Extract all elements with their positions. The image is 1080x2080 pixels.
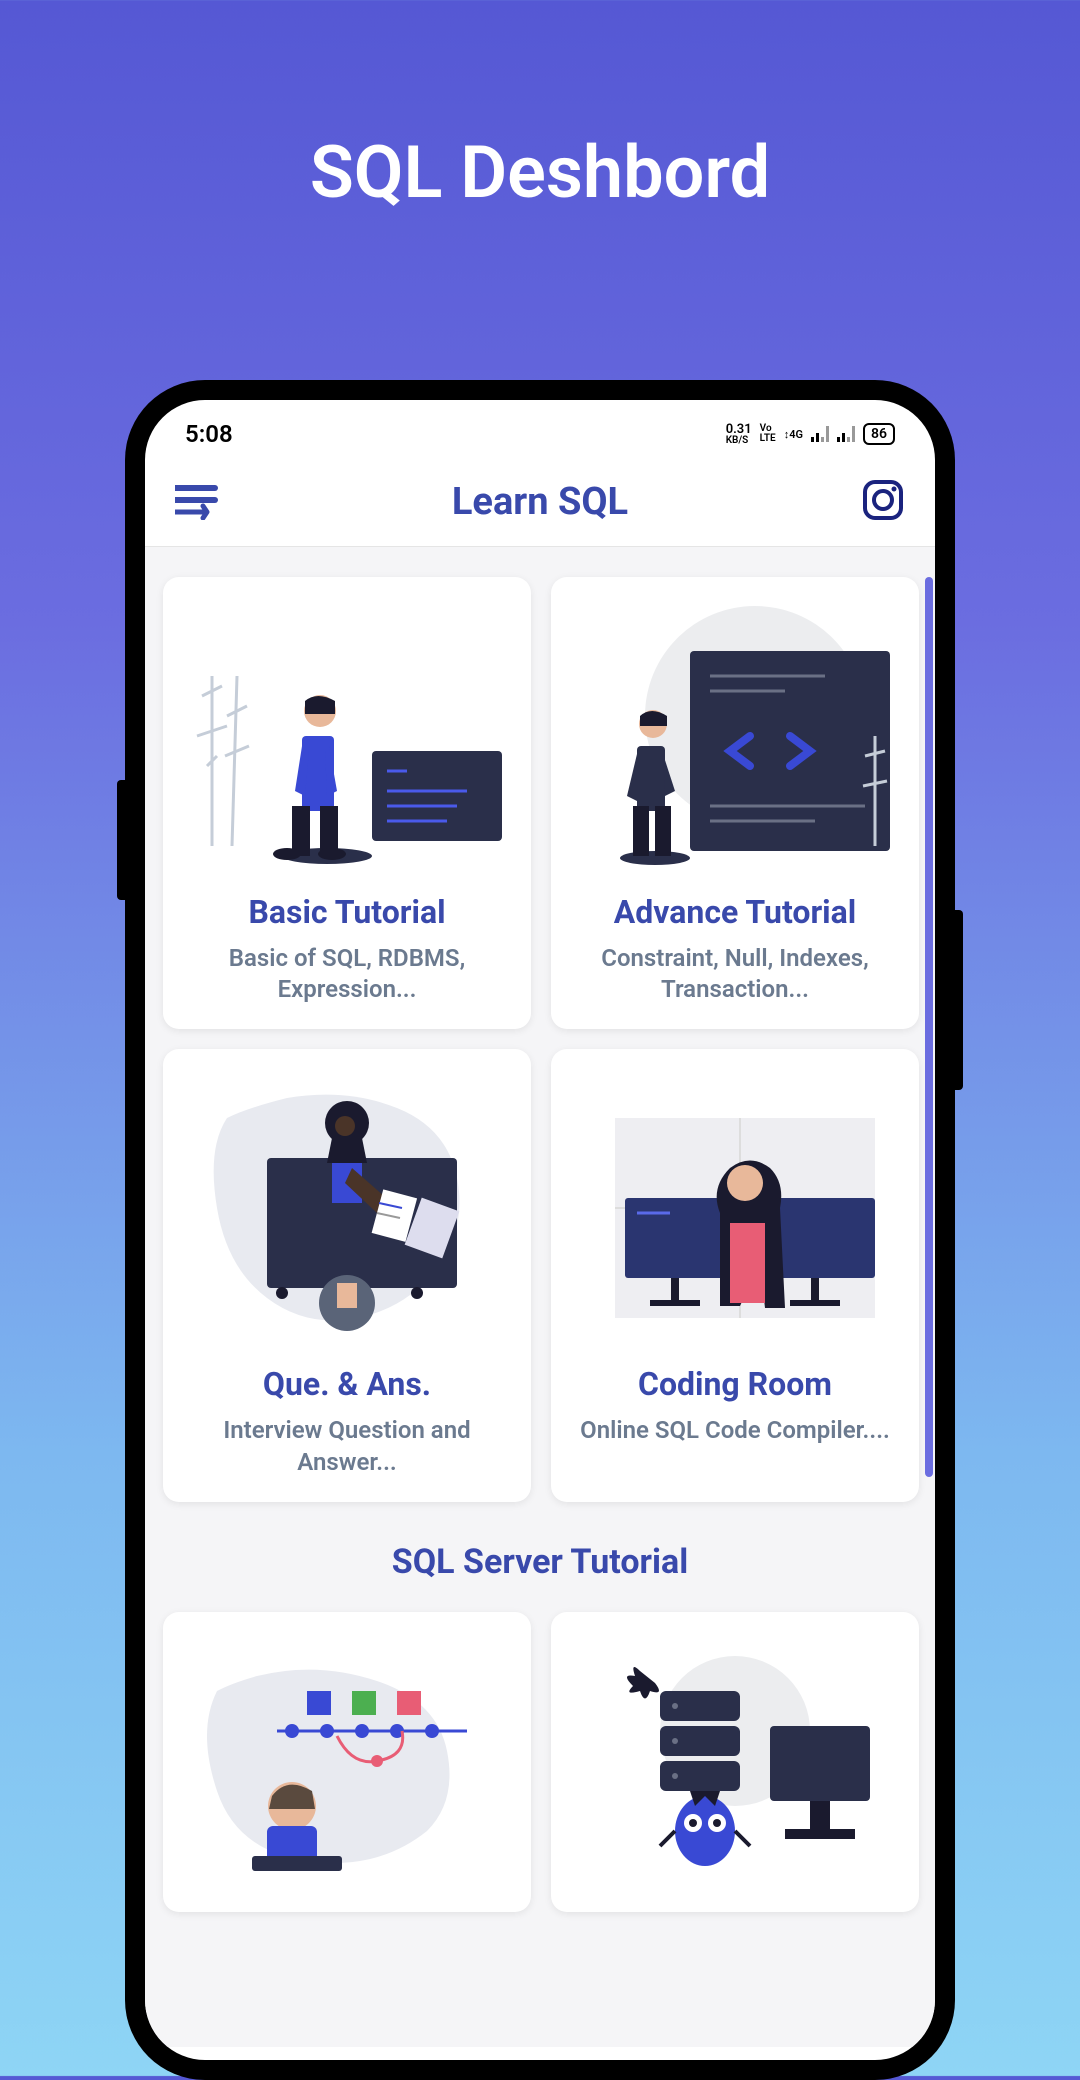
phone-screen: 5:08 0.31 KB/S Vo LTE ↕4G [145, 400, 935, 2060]
sql-server-illustration-2 [565, 1626, 905, 1876]
coding-room-illustration [565, 1063, 905, 1353]
scroll-indicator[interactable] [925, 577, 933, 1477]
app-header: Learn SQL [145, 458, 935, 547]
card-sql-server-1[interactable] [163, 1612, 531, 1912]
card-que-ans[interactable]: Que. & Ans. Interview Question and Answe… [163, 1049, 531, 1501]
phone-side-button [117, 780, 125, 900]
signal-icon [811, 426, 829, 442]
card-subtitle: Interview Question and Answer... [177, 1415, 517, 1477]
cards-grid: Basic Tutorial Basic of SQL, RDBMS, Expr… [145, 547, 935, 1532]
phone-frame: 5:08 0.31 KB/S Vo LTE ↕4G [125, 380, 955, 2080]
cards-grid-2 [145, 1602, 935, 1942]
content-area: Basic Tutorial Basic of SQL, RDBMS, Expr… [145, 547, 935, 2047]
network-indicator: ↕4G [784, 429, 803, 440]
section-title: SQL Server Tutorial [145, 1532, 935, 1602]
advance-tutorial-illustration [565, 591, 905, 881]
phone-power-button [955, 910, 963, 1090]
signal-icon-2 [837, 426, 855, 442]
volte-indicator: Vo LTE [760, 424, 776, 444]
instagram-icon[interactable] [861, 478, 905, 526]
card-subtitle: Basic of SQL, RDBMS, Expression... [177, 943, 517, 1005]
card-basic-tutorial[interactable]: Basic Tutorial Basic of SQL, RDBMS, Expr… [163, 577, 531, 1029]
card-title: Basic Tutorial [177, 893, 517, 931]
card-sql-server-2[interactable] [551, 1612, 919, 1912]
battery-indicator: 86 [863, 423, 895, 445]
que-ans-illustration [177, 1063, 517, 1353]
app-title: Learn SQL [452, 480, 628, 524]
card-title: Que. & Ans. [177, 1365, 517, 1403]
status-bar: 5:08 0.31 KB/S Vo LTE ↕4G [145, 400, 935, 458]
card-advance-tutorial[interactable]: Advance Tutorial Constraint, Null, Index… [551, 577, 919, 1029]
card-subtitle: Online SQL Code Compiler.... [565, 1415, 905, 1446]
card-title: Advance Tutorial [565, 893, 905, 931]
status-indicators: 0.31 KB/S Vo LTE ↕4G [726, 423, 895, 446]
card-subtitle: Constraint, Null, Indexes, Transaction..… [565, 943, 905, 1005]
sql-server-illustration-1 [177, 1626, 517, 1876]
card-title: Coding Room [565, 1365, 905, 1403]
status-time: 5:08 [185, 420, 233, 448]
menu-icon[interactable] [175, 484, 219, 520]
data-speed: 0.31 KB/S [726, 423, 752, 446]
basic-tutorial-illustration [177, 591, 517, 881]
page-title: SQL Deshbord [0, 0, 1080, 215]
card-coding-room[interactable]: Coding Room Online SQL Code Compiler.... [551, 1049, 919, 1501]
